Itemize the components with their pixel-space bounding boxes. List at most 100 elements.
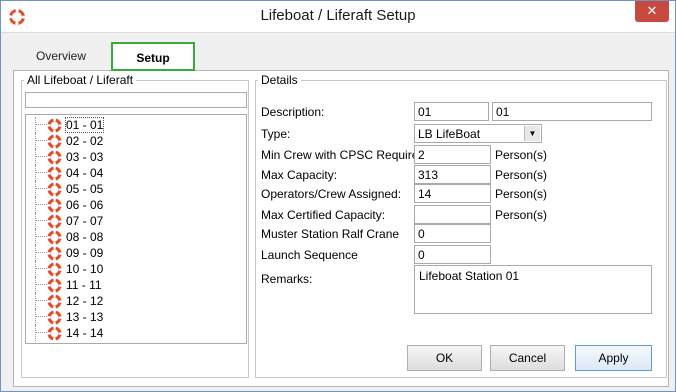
tree-item-label: 13 - 13 [66,310,104,324]
type-select-value: LB LifeBoat [418,127,481,141]
min-crew-label: Min Crew with CPSC Required: [261,148,429,162]
chevron-down-icon[interactable]: ▼ [524,126,540,141]
tree-connector [35,181,36,197]
ok-button[interactable]: OK [407,345,482,371]
tree-item[interactable]: 03 - 03 [26,149,246,165]
tab-setup[interactable]: Setup [111,42,195,71]
tree-connector [35,309,36,325]
tree-connector [35,213,36,229]
cancel-button[interactable]: Cancel [490,345,565,371]
tree-item[interactable]: 08 - 08 [26,229,246,245]
tree-connector [35,268,47,269]
lifebuoy-icon [47,150,62,165]
tree-item-label: 12 - 12 [66,294,104,308]
tree-connector [35,252,47,253]
tree-item-label: 06 - 06 [66,198,104,212]
type-label: Type: [261,127,291,141]
max-capacity-label: Max Capacity: [261,168,338,182]
tree-connector [35,277,36,293]
tree-item[interactable]: 01 - 01 [26,117,246,133]
tree-item[interactable]: 07 - 07 [26,213,246,229]
lifebuoy-icon [47,118,62,133]
tree-item[interactable]: 14 - 14 [26,325,246,341]
details-title: Details [261,73,298,87]
min-crew-field[interactable]: 2 [414,145,491,164]
tree-connector [35,332,47,333]
launch-label: Launch Sequence [261,248,358,262]
tree-connector [35,229,36,245]
lifebuoy-icon [47,134,62,149]
tree-item-label: 11 - 11 [66,278,102,292]
tree-item-label: 02 - 02 [66,134,104,148]
tree-connector [35,300,47,301]
tree-item-label: 08 - 08 [66,230,104,244]
max-certified-label: Max Certified Capacity: [261,208,386,222]
tree-item[interactable]: 06 - 06 [26,197,246,213]
description-name-field[interactable]: 01 [492,102,652,121]
lifebuoy-icon [47,214,62,229]
tree-connector [35,197,36,213]
operators-unit: Person(s) [495,187,548,201]
tree-item[interactable]: 10 - 10 [26,261,246,277]
tree-item[interactable]: 12 - 12 [26,293,246,309]
tree-item-label: 04 - 04 [66,166,104,180]
tree-item-label: 05 - 05 [66,182,104,196]
tree-connector [35,117,36,133]
max-capacity-field[interactable]: 313 [414,165,491,184]
tab-overview[interactable]: Overview [13,44,109,70]
tree-item[interactable]: 04 - 04 [26,165,246,181]
tree-item[interactable]: 05 - 05 [26,181,246,197]
min-crew-unit: Person(s) [495,148,548,162]
remarks-textarea[interactable]: Lifeboat Station 01 [414,265,652,314]
tree-connector [35,261,36,277]
title-bar: Lifeboat / Liferaft Setup ✕ [1,1,675,33]
tree-item-label: 14 - 14 [66,326,104,340]
search-input[interactable] [25,92,247,108]
lifebuoy-icon [47,182,62,197]
max-certified-field[interactable] [414,205,491,224]
description-label: Description: [261,105,325,119]
close-button[interactable]: ✕ [635,1,669,22]
lifebuoy-icon [47,230,62,245]
muster-field[interactable]: 0 [414,224,491,243]
lifebuoy-icon [47,246,62,261]
lifebuoy-icon [47,166,62,181]
launch-field[interactable]: 0 [414,245,491,264]
lifebuoy-icon [47,198,62,213]
tree-item[interactable]: 11 - 11 [26,277,246,293]
tree-item-label: 01 - 01 [64,117,105,133]
tree-connector [35,124,47,125]
tree-item[interactable]: 09 - 09 [26,245,246,261]
lifeboat-list-title: All Lifeboat / Liferaft [27,73,134,87]
tree-connector [35,220,47,221]
tree-connector [35,140,47,141]
window-title: Lifeboat / Liferaft Setup [260,7,416,24]
type-select[interactable]: LB LifeBoat ▼ [414,124,542,143]
tree-connector [35,284,47,285]
tree-item[interactable]: 02 - 02 [26,133,246,149]
tree-connector [35,245,36,261]
tree-item[interactable]: 13 - 13 [26,309,246,325]
tree-item-label: 07 - 07 [66,214,104,228]
tree-connector [35,149,36,165]
max-capacity-unit: Person(s) [495,168,548,182]
tree-item-label: 03 - 03 [66,150,104,164]
apply-button[interactable]: Apply [575,345,652,371]
lifebuoy-icon [47,294,62,309]
lifeboat-tree[interactable]: 01 - 01 02 - 02 03 - 03 04 - 04 05 - 05 06 - … [25,114,247,344]
operators-field[interactable]: 14 [414,184,491,203]
setup-dialog: Lifeboat / Liferaft Setup ✕ Overview Set… [0,0,676,392]
tree-connector [35,204,47,205]
max-certified-unit: Person(s) [495,208,548,222]
remarks-label: Remarks: [261,272,313,286]
lifebuoy-icon [47,326,62,341]
tree-connector [35,165,36,181]
muster-label: Muster Station Ralf Crane [261,227,400,241]
tree-item-label: 09 - 09 [66,246,104,260]
tree-connector [35,156,47,157]
tree-connector [35,133,36,149]
description-code-field[interactable]: 01 [414,102,489,121]
lifebuoy-icon [47,278,62,293]
operators-label: Operators/Crew Assigned: [261,187,402,201]
tree-connector [35,293,36,309]
